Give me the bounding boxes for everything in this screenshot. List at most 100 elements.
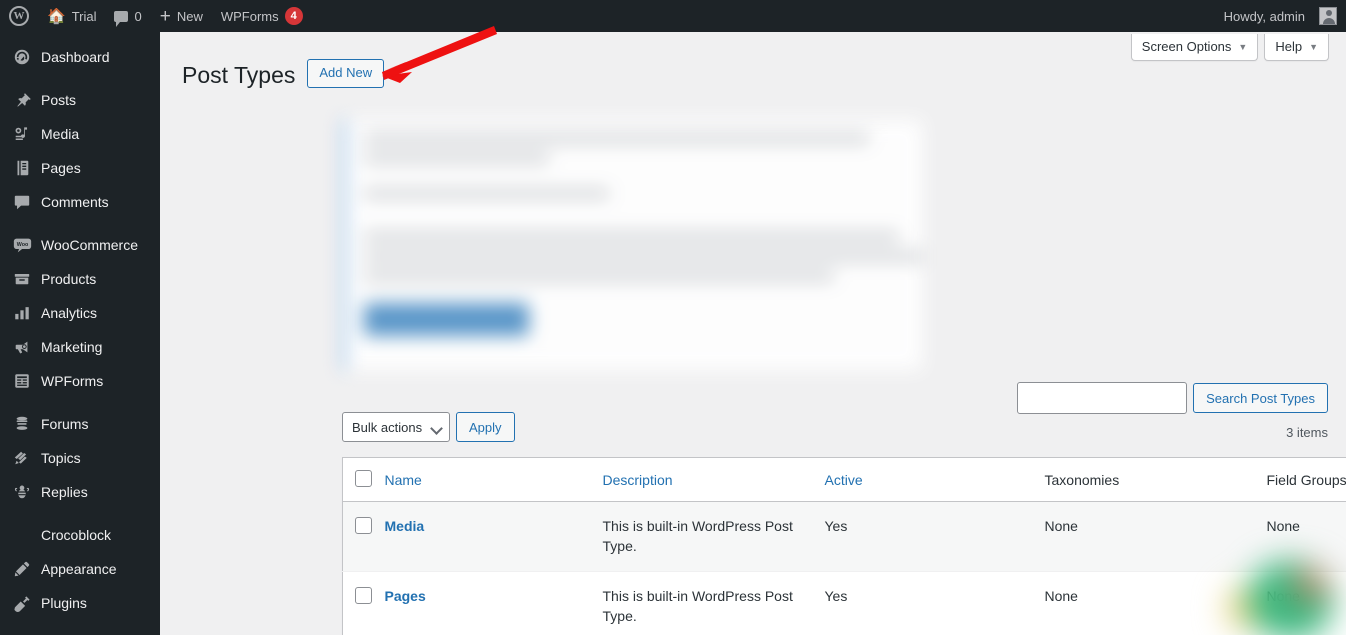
tablenav-top: Bulk actions Apply (342, 412, 1328, 458)
sidebar-item-dashboard[interactable]: Dashboard (0, 40, 160, 74)
chevron-down-icon: ▼ (1238, 41, 1248, 52)
post-type-link[interactable]: Media (385, 518, 425, 534)
sidebar-item-label: Plugins (41, 595, 87, 611)
sidebar-item-forums[interactable]: Forums (0, 407, 160, 441)
column-header-name[interactable]: Name (384, 457, 603, 502)
cell-active: Yes (824, 501, 1045, 572)
site-name-menu[interactable]: 🏠 Trial (38, 0, 105, 32)
cell-taxonomies: None (1044, 571, 1267, 635)
row-checkbox[interactable] (355, 586, 372, 604)
sidebar-item-replies[interactable]: Replies (0, 475, 160, 509)
wpforms-badge: 4 (284, 7, 303, 25)
wpforms-label: WPForms (220, 8, 279, 24)
new-content-menu[interactable]: + New (151, 0, 212, 32)
sidebar-item-label: Products (41, 271, 97, 287)
blurred-notice-button[interactable] (364, 303, 529, 336)
sidebar-item-label: WooCommerce (41, 237, 138, 253)
comments-count: 0 (134, 8, 142, 24)
sidebar-item-pages[interactable]: Pages (0, 151, 160, 185)
sidebar-separator (0, 74, 160, 83)
sidebar-item-analytics[interactable]: Analytics (0, 296, 160, 330)
post-types-table: Name Description Active Taxonomies Field… (342, 457, 1346, 635)
table-head: Name Description Active Taxonomies Field… (342, 457, 1346, 502)
woocommerce-icon: Woo (12, 235, 32, 255)
column-header-active[interactable]: Active (824, 457, 1045, 502)
search-box: Search Post Types (1017, 382, 1328, 414)
column-header-taxonomies: Taxonomies (1044, 457, 1267, 502)
chevron-down-icon: ▼ (1309, 41, 1318, 52)
admin-bar: 🏠 Trial 0 + New WPForms 4 Howdy, admin (0, 0, 1346, 32)
cell-active: Yes (824, 571, 1045, 635)
my-account-menu[interactable]: Howdy, admin (1215, 0, 1346, 32)
help-label: Help (1275, 39, 1303, 54)
sidebar-item-products[interactable]: Products (0, 262, 160, 296)
screen-options-button[interactable]: Screen Options ▼ (1130, 34, 1259, 61)
post-type-link[interactable]: Pages (385, 588, 426, 604)
apply-button[interactable]: Apply (456, 412, 515, 442)
sidebar-item-label: Dashboard (41, 49, 110, 65)
sidebar-item-label: Comments (41, 194, 109, 210)
sidebar-item-label: Analytics (41, 305, 98, 321)
products-box-icon (12, 269, 32, 289)
select-all-header (342, 457, 385, 502)
help-button[interactable]: Help ▼ (1264, 34, 1329, 61)
svg-text:Woo: Woo (16, 242, 28, 248)
add-new-button[interactable]: Add New (307, 58, 385, 89)
sidebar-item-woocommerce[interactable]: Woo WooCommerce (0, 228, 160, 262)
sidebar-item-appearance[interactable]: Appearance (0, 552, 160, 586)
sidebar-item-comments[interactable]: Comments (0, 185, 160, 219)
table-header-row: Name Description Active Taxonomies Field… (342, 457, 1346, 502)
sidebar-item-wpforms[interactable]: WPForms (0, 364, 160, 398)
brush-icon (12, 559, 32, 579)
search-input[interactable] (1017, 382, 1188, 414)
sidebar-item-label: Marketing (41, 339, 103, 355)
home-icon: 🏠 (47, 7, 66, 25)
cell-name: Media (384, 501, 603, 572)
replies-bee-icon (12, 482, 32, 502)
search-post-types-button[interactable]: Search Post Types (1193, 383, 1328, 413)
sidebar-item-topics[interactable]: Topics (0, 441, 160, 475)
column-header-description[interactable]: Description (602, 457, 825, 502)
sidebar-item-label: Media (41, 126, 80, 142)
sidebar-item-label: Crocoblock (41, 527, 112, 543)
cell-taxonomies: None (1044, 501, 1267, 572)
content-area: Screen Options ▼ Help ▼ Post Types Add N… (160, 32, 1346, 635)
row-select-cell (342, 501, 385, 572)
sidebar-item-posts[interactable]: Posts (0, 83, 160, 117)
wp-admin-screen: 🏠 Trial 0 + New WPForms 4 Howdy, admin D… (0, 0, 1346, 635)
sidebar-item-marketing[interactable]: Marketing (0, 330, 160, 364)
sidebar-separator (0, 219, 160, 228)
analytics-bars-icon (12, 303, 32, 323)
wordpress-logo-icon (9, 6, 29, 26)
plus-icon: + (159, 5, 171, 27)
admin-sidebar-menu: Dashboard Posts Media Pages Comments Woo WooCo… (0, 32, 160, 635)
table-row: Media This is built-in WordPress Post Typ… (342, 501, 1346, 572)
wp-logo-menu[interactable] (0, 0, 38, 32)
site-name-label: Trial (71, 8, 97, 24)
cell-description: This is built-in WordPress Post Type. (602, 571, 825, 635)
table-body: Media This is built-in WordPress Post Typ… (342, 501, 1346, 635)
comments-menu[interactable]: 0 (105, 0, 150, 32)
select-all-checkbox[interactable] (355, 470, 372, 487)
row-checkbox[interactable] (355, 517, 372, 534)
wpforms-adminbar-menu[interactable]: WPForms 4 (212, 0, 312, 32)
sidebar-item-label: Pages (41, 160, 81, 176)
blurred-notice-banner (342, 120, 922, 370)
media-icon (12, 124, 32, 144)
sidebar-item-media[interactable]: Media (0, 117, 160, 151)
sidebar-item-label: WPForms (41, 373, 104, 389)
comment-icon (12, 192, 32, 212)
row-select-cell (342, 571, 385, 635)
sidebar-item-label: Topics (41, 450, 81, 466)
sidebar-item-crocoblock[interactable]: Crocoblock (0, 518, 160, 552)
plug-icon (12, 593, 32, 613)
screen-meta-links: Screen Options ▼ Help ▼ (1130, 34, 1329, 61)
bulk-actions-select[interactable]: Bulk actions (342, 412, 450, 442)
sidebar-item-plugins[interactable]: Plugins (0, 586, 160, 620)
pages-icon (12, 158, 32, 178)
column-header-field-groups: Field Groups (1266, 457, 1346, 502)
cell-field-groups: None (1266, 571, 1346, 635)
sidebar-item-label: Appearance (41, 561, 117, 577)
cell-description: This is built-in WordPress Post Type. (602, 501, 825, 572)
howdy-label: Howdy, admin (1223, 8, 1305, 24)
